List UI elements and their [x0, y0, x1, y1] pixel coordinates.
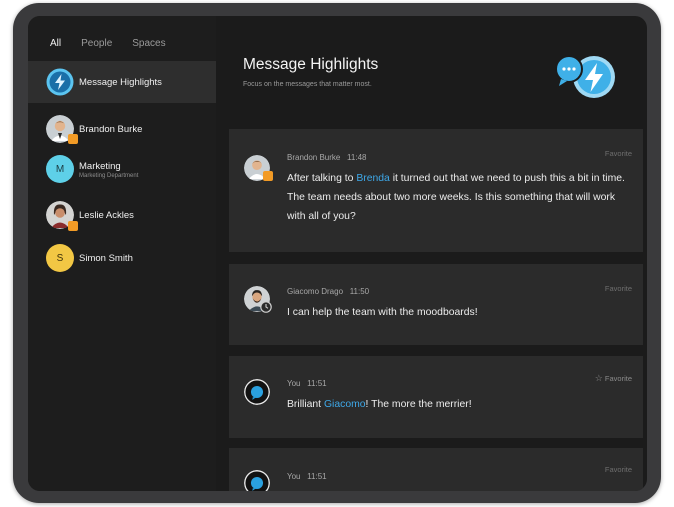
tab-spaces[interactable]: Spaces [132, 38, 165, 49]
clock-icon [260, 301, 272, 313]
message-time: 11:50 [349, 287, 370, 296]
message-meta: Brandon Burke 11:48 [287, 153, 366, 162]
message-time: 11:51 [307, 472, 327, 481]
device-frame: All People Spaces Message Highlights Bra… [13, 3, 661, 503]
sidebar-item-label: Leslie Ackles [79, 209, 134, 221]
message-card: Brandon Burke 11:48 After talking to Bre… [229, 129, 643, 252]
message-text: I can help the team with the moodboards! [287, 307, 478, 318]
message-author: You [287, 472, 301, 481]
sidebar-item-label: Simon Smith [79, 252, 133, 264]
tab-people[interactable]: People [81, 38, 112, 49]
message-author: Brandon Burke [287, 153, 341, 162]
sidebar-item-message-highlights[interactable]: Message Highlights [28, 61, 216, 103]
sidebar-item-sublabel: Marketing Department [79, 173, 139, 179]
message-author: You [287, 379, 301, 388]
avatar: M [46, 155, 74, 183]
sidebar-item-label: Message Highlights [79, 76, 162, 88]
message-time: 11:48 [347, 153, 367, 162]
app-screen: All People Spaces Message Highlights Bra… [28, 16, 647, 491]
favorite-button[interactable]: ☆ Favorite [595, 373, 632, 384]
favorite-button[interactable]: Favorite [605, 149, 632, 158]
presence-icon [68, 221, 78, 231]
message-meta: You 11:51 [287, 472, 327, 481]
message-card: You 11:51 Favorite [229, 448, 643, 491]
star-icon: ☆ [594, 373, 603, 383]
message-author: Giacomo Drago [287, 287, 344, 296]
message-time: 11:51 [307, 379, 327, 388]
avatar: S [46, 244, 74, 272]
favorite-button[interactable]: Favorite [605, 465, 632, 474]
message-meta: You 11:51 [287, 379, 327, 388]
lightning-icon [46, 68, 74, 96]
message-card: Giacomo Drago 11:50 I can help the team … [229, 264, 643, 345]
mention-link[interactable]: Giacomo [324, 399, 366, 410]
mention-link[interactable]: Brenda [356, 173, 390, 184]
sidebar-item-marketing[interactable]: M Marketing Marketing Department [28, 148, 216, 190]
message-meta: Giacomo Drago 11:50 [287, 287, 369, 296]
sidebar-item-simon-smith[interactable]: S Simon Smith [28, 237, 216, 279]
presence-icon [68, 134, 78, 144]
message-text: After talking to Brenda it turned out th… [287, 173, 625, 222]
avatar [244, 379, 270, 405]
sidebar-item-brandon-burke[interactable]: Brandon Burke [28, 108, 216, 150]
presence-icon [263, 171, 273, 181]
sidebar-item-label: Marketing [79, 161, 121, 172]
sidebar-item-leslie-ackles[interactable]: Leslie Ackles [28, 194, 216, 236]
page-subtitle: Focus on the messages that matter most. [243, 81, 372, 88]
page-title: Message Highlights [243, 56, 379, 73]
favorite-button[interactable]: Favorite [605, 284, 632, 293]
tab-all[interactable]: All [50, 38, 61, 49]
message-card: You 11:51 Brilliant Giacomo! The more th… [229, 356, 643, 438]
sidebar: All People Spaces Message Highlights Bra… [28, 16, 216, 491]
sidebar-item-label: Brandon Burke [79, 123, 143, 135]
highlights-logo-icon [555, 55, 615, 98]
message-text: Brilliant Giacomo! The more the merrier! [287, 399, 472, 410]
avatar [244, 470, 270, 491]
filter-tabs: All People Spaces [50, 38, 186, 49]
